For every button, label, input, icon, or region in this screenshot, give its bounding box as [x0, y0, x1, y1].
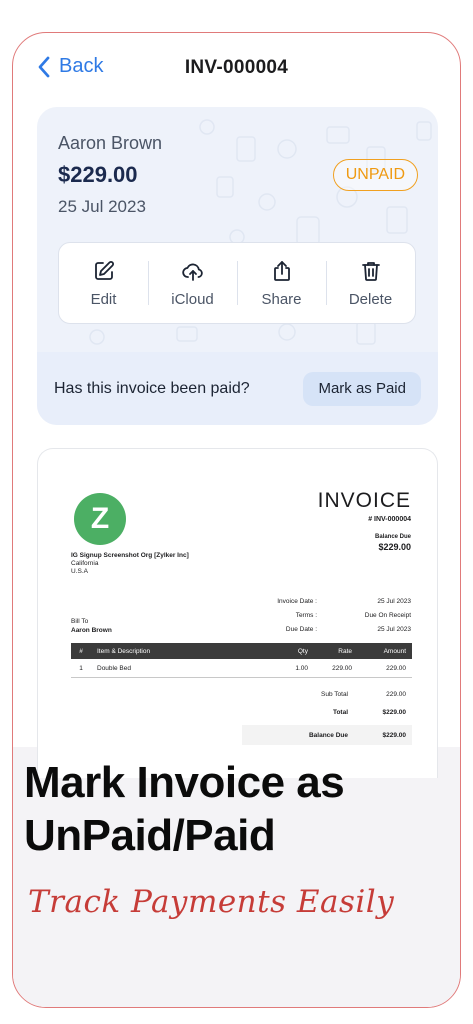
- edit-label: Edit: [90, 290, 117, 308]
- icloud-button[interactable]: iCloud: [148, 243, 237, 323]
- share-label: Share: [261, 290, 302, 308]
- items-table: # Item & Description Qty Rate Amount 1 D…: [71, 643, 412, 678]
- page-title: INV-000004: [184, 57, 289, 78]
- balance-due-row: Balance Due $229.00: [242, 725, 412, 745]
- balance-value: $229.00: [382, 731, 407, 739]
- sub-total-label: Sub Total: [321, 690, 348, 698]
- sub-total-value: 229.00: [386, 690, 406, 698]
- balance-due-value: $229.00: [378, 542, 411, 552]
- meta-row: Invoice Date : 25 Jul 2023: [231, 594, 411, 608]
- bill-to-name: Aaron Brown: [71, 627, 112, 634]
- meta-value: 25 Jul 2023: [377, 625, 411, 633]
- total-label: Total: [332, 708, 348, 716]
- col-amount: Amount: [383, 647, 406, 655]
- action-bar: Edit iCloud Share Delete: [58, 242, 416, 324]
- table-row: 1 Double Bed 1.00 229.00 229.00: [71, 659, 412, 678]
- paid-prompt-row: Has this invoice been paid? Mark as Paid: [37, 352, 438, 425]
- organization-address: IG Signup Screenshot Org [Zylker Inc] Ca…: [71, 552, 189, 576]
- cell-amount: 229.00: [386, 664, 406, 672]
- nav-bar: Back INV-000004: [13, 51, 460, 87]
- company-logo: Z: [74, 493, 126, 545]
- sub-total-row: Sub Total 229.00: [242, 685, 412, 703]
- edit-icon: [94, 260, 114, 280]
- delete-button[interactable]: Delete: [326, 243, 415, 323]
- totals: Sub Total 229.00 Total $229.00 Balance D…: [242, 685, 412, 745]
- cell-description: Double Bed: [97, 664, 131, 672]
- invoice-heading: INVOICE: [317, 489, 411, 512]
- col-qty: Qty: [297, 647, 308, 655]
- org-state: California: [71, 560, 99, 567]
- delete-label: Delete: [348, 290, 393, 308]
- edit-button[interactable]: Edit: [59, 243, 148, 323]
- bill-to: Bill To Aaron Brown: [71, 617, 112, 635]
- headline-line-2: UnPaid/Paid: [24, 811, 276, 860]
- trash-icon: [361, 261, 380, 281]
- marketing-tagline: Track Payments Easily: [28, 884, 395, 920]
- col-number: #: [79, 647, 83, 655]
- cell-qty: 1.00: [295, 664, 308, 672]
- col-description: Item & Description: [97, 647, 151, 655]
- share-icon: [273, 260, 290, 281]
- meta-label: Terms :: [295, 611, 317, 619]
- cell-rate: 229.00: [332, 664, 352, 672]
- client-name: Aaron Brown: [58, 133, 163, 153]
- mark-as-paid-button[interactable]: Mark as Paid: [303, 371, 421, 406]
- meta-value: Due On Receipt: [364, 611, 411, 619]
- balance-due-label: Balance Due: [374, 534, 411, 540]
- invoice-meta: Invoice Date : 25 Jul 2023 Terms : Due O…: [231, 594, 411, 636]
- invoice-date: 25 Jul 2023: [58, 197, 146, 216]
- table-header: # Item & Description Qty Rate Amount: [71, 643, 412, 659]
- meta-label: Invoice Date :: [277, 597, 317, 605]
- meta-row: Due Date : 25 Jul 2023: [231, 622, 411, 636]
- share-button[interactable]: Share: [237, 243, 326, 323]
- balance-label: Balance Due: [308, 731, 348, 739]
- col-rate: Rate: [338, 647, 352, 655]
- paid-question: Has this invoice been paid?: [54, 379, 250, 397]
- invoice-preview[interactable]: Z INVOICE # INV-000004 Balance Due $229.…: [37, 448, 438, 778]
- invoice-amount: $229.00: [58, 162, 138, 187]
- org-country: U.S.A: [71, 568, 88, 575]
- org-name: IG Signup Screenshot Org [Zylker Inc]: [71, 552, 189, 559]
- marketing-headline: Mark Invoice as UnPaid/Paid: [24, 756, 345, 862]
- meta-row: Terms : Due On Receipt: [231, 608, 411, 622]
- meta-label: Due Date :: [285, 625, 317, 633]
- invoice-summary-card: Aaron Brown $229.00 25 Jul 2023 UNPAID E…: [37, 107, 438, 425]
- meta-value: 25 Jul 2023: [377, 597, 411, 605]
- cell-number: 1: [79, 664, 83, 672]
- cloud-upload-icon: [181, 263, 203, 281]
- bill-to-label: Bill To: [71, 618, 89, 625]
- status-badge: UNPAID: [332, 159, 418, 191]
- headline-line-1: Mark Invoice as: [24, 758, 345, 807]
- invoice-number: # INV-000004: [368, 516, 411, 523]
- total-value: $229.00: [382, 708, 407, 716]
- total-row: Total $229.00: [242, 703, 412, 721]
- icloud-label: iCloud: [171, 290, 214, 308]
